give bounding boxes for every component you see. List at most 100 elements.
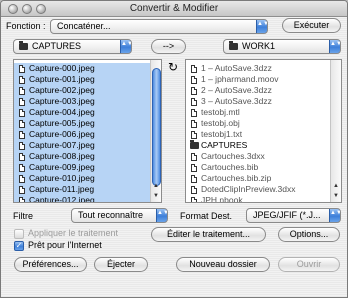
folder-icon: [190, 140, 199, 149]
document-icon: [191, 120, 197, 128]
destination-file-row[interactable]: Cartouches.bib.zip: [186, 173, 341, 184]
new-folder-button[interactable]: Nouveau dossier: [176, 257, 270, 272]
source-scroll-thumb[interactable]: [152, 68, 161, 186]
title-bar: Convertir & Modifier: [1, 1, 347, 17]
destination-file-row[interactable]: JPH.nbook: [186, 195, 341, 202]
popup-arrows-icon: ▲▼: [156, 209, 167, 222]
source-file-list[interactable]: Capture-000.jpeg Capture-001.jpeg Capture-…: [13, 59, 162, 203]
source-scrollbar[interactable]: ▲ ▼: [150, 60, 161, 202]
document-icon: [19, 87, 25, 95]
destination-file-row[interactable]: testobj1.txt: [186, 129, 341, 140]
document-icon: [191, 109, 197, 117]
source-file-row[interactable]: Capture-000.jpeg: [14, 63, 161, 74]
source-file-name: Capture-000.jpeg: [29, 63, 95, 73]
format-value: JPEG/JFIF (*.J...: [253, 210, 321, 220]
destination-file-list[interactable]: 1 – AutoSave.3dzz 1 – jpharmand.moov 2 – A…: [185, 59, 342, 203]
destination-file-name: Cartouches.3dxx: [201, 151, 265, 161]
scroll-down-icon[interactable]: ▼: [331, 191, 341, 201]
destination-file-row[interactable]: 2 – AutoSave.3dzz: [186, 85, 341, 96]
execute-button[interactable]: Exécuter: [282, 18, 341, 33]
document-icon: [19, 164, 25, 172]
fonction-value: Concaténer...: [57, 21, 111, 31]
source-file-row[interactable]: Capture-011.jpeg: [14, 184, 161, 195]
source-file-row[interactable]: Capture-007.jpeg: [14, 140, 161, 151]
source-file-row[interactable]: Capture-010.jpeg: [14, 173, 161, 184]
check-icon: ✓: [15, 241, 23, 250]
popup-arrows-icon: ▲▼: [256, 20, 267, 33]
destination-file-name: 1 – AutoSave.3dzz: [201, 63, 272, 73]
document-icon: [191, 76, 197, 84]
fonction-label: Fonction :: [6, 21, 46, 31]
destination-scrollbar[interactable]: ▲ ▼: [330, 60, 341, 202]
destination-file-row[interactable]: Cartouches.bib: [186, 162, 341, 173]
destination-file-row[interactable]: DotedClipInPreview.3dxx: [186, 184, 341, 195]
source-file-name: Capture-005.jpeg: [29, 118, 95, 128]
source-file-row[interactable]: Capture-005.jpeg: [14, 118, 161, 129]
source-file-name: Capture-008.jpeg: [29, 151, 95, 161]
edit-treatment-button[interactable]: Éditer le traitement...: [151, 227, 266, 242]
destination-file-name: 1 – jpharmand.moov: [201, 74, 279, 84]
internet-ready-label: Prêt pour l'Internet: [28, 240, 102, 250]
refresh-icon[interactable]: ↻: [168, 61, 178, 73]
options-button[interactable]: Options...: [278, 227, 340, 242]
destination-file-row[interactable]: Cartouches.3dxx: [186, 151, 341, 162]
source-file-name: Capture-002.jpeg: [29, 85, 95, 95]
copy-to-destination-button[interactable]: -->: [151, 39, 186, 54]
popup-arrows-icon: ▲▼: [329, 209, 340, 222]
source-file-name: Capture-009.jpeg: [29, 162, 95, 172]
source-file-row[interactable]: Capture-008.jpeg: [14, 151, 161, 162]
source-file-row[interactable]: Capture-006.jpeg: [14, 129, 161, 140]
document-icon: [191, 153, 197, 161]
document-icon: [191, 175, 197, 183]
convert-modify-window: Convertir & Modifier Fonction : Concatén…: [0, 0, 348, 298]
destination-file-row[interactable]: testobj.mtl: [186, 107, 341, 118]
filter-popup[interactable]: Tout reconnaître ▲▼: [71, 208, 168, 223]
source-file-name: Capture-006.jpeg: [29, 129, 95, 139]
preferences-button[interactable]: Préférences...: [14, 257, 87, 272]
document-icon: [19, 153, 25, 161]
apply-treatment-label: Appliquer le traitement: [28, 228, 119, 238]
window-title: Convertir & Modifier: [129, 3, 219, 14]
source-folder-popup[interactable]: CAPTURES ▲▼: [13, 39, 132, 54]
document-icon: [191, 98, 197, 106]
scroll-up-icon[interactable]: ▲: [331, 181, 341, 191]
destination-file-name: testobj1.txt: [201, 129, 243, 139]
popup-arrows-icon: ▲▼: [329, 40, 340, 53]
scroll-down-icon[interactable]: ▼: [151, 191, 161, 201]
source-file-row[interactable]: Capture-012.jpeg: [14, 195, 161, 202]
source-file-name: Capture-004.jpeg: [29, 107, 95, 117]
destination-file-name: CAPTURES: [201, 140, 248, 150]
document-icon: [19, 65, 25, 73]
source-file-row[interactable]: Capture-004.jpeg: [14, 107, 161, 118]
folder-icon: [19, 41, 28, 50]
fonction-popup[interactable]: Concaténer... ▲▼: [50, 19, 268, 34]
source-file-row[interactable]: Capture-003.jpeg: [14, 96, 161, 107]
destination-file-row[interactable]: 1 – jpharmand.moov: [186, 74, 341, 85]
document-icon: [19, 175, 25, 183]
destination-file-row[interactable]: 1 – AutoSave.3dzz: [186, 63, 341, 74]
document-icon: [19, 98, 25, 106]
destination-file-row[interactable]: CAPTURES: [186, 140, 341, 151]
eject-button[interactable]: Éjecter: [94, 257, 148, 272]
document-icon: [19, 109, 25, 117]
destination-file-row[interactable]: testobj.obj: [186, 118, 341, 129]
source-file-name: Capture-010.jpeg: [29, 173, 95, 183]
destination-file-name: 2 – AutoSave.3dzz: [201, 85, 272, 95]
document-icon: [191, 164, 197, 172]
source-folder-name: CAPTURES: [32, 41, 82, 51]
internet-ready-checkbox[interactable]: ✓: [14, 241, 24, 251]
source-file-row[interactable]: Capture-009.jpeg: [14, 162, 161, 173]
scroll-up-icon[interactable]: ▲: [151, 181, 161, 191]
source-file-name: Capture-001.jpeg: [29, 74, 95, 84]
destination-file-name: Cartouches.bib: [201, 162, 259, 172]
destination-folder-popup[interactable]: WORK1 ▲▼: [223, 39, 341, 54]
source-file-row[interactable]: Capture-002.jpeg: [14, 85, 161, 96]
destination-file-row[interactable]: 3 – AutoSave.3dzz: [186, 96, 341, 107]
source-file-name: Capture-011.jpeg: [29, 184, 95, 194]
source-file-row[interactable]: Capture-001.jpeg: [14, 74, 161, 85]
document-icon: [191, 87, 197, 95]
format-popup[interactable]: JPEG/JFIF (*.J... ▲▼: [246, 208, 341, 223]
apply-treatment-checkbox[interactable]: [14, 229, 24, 239]
open-button[interactable]: Ouvrir: [278, 257, 340, 272]
document-icon: [19, 142, 25, 150]
